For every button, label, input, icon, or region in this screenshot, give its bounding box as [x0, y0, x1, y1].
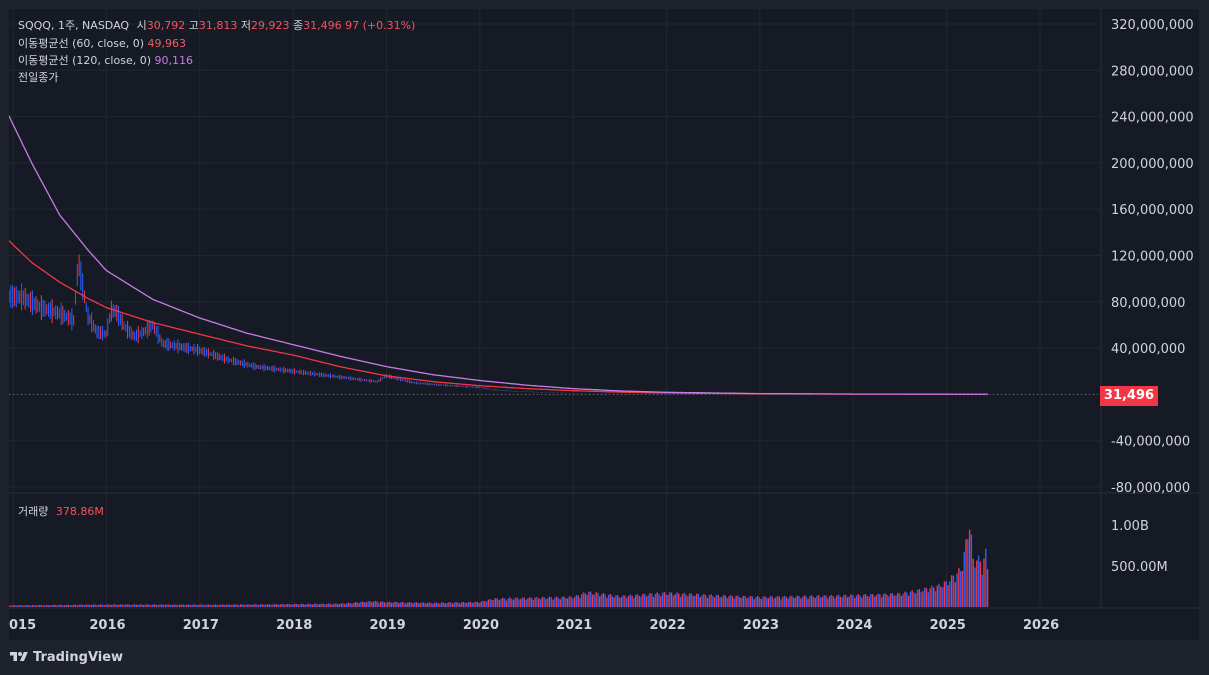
x-tick-label: 2017 — [183, 618, 219, 633]
y-tick-label: 40,000,000 — [1111, 342, 1185, 357]
prev-close-label: 전일종가 — [18, 71, 59, 84]
y-tick-label: 80,000,000 — [1111, 296, 1185, 311]
high-label: 고 — [188, 19, 199, 32]
close-label: 종 — [292, 19, 304, 32]
ma120-value: 90,116 — [154, 54, 194, 67]
y-tick-label: -80,000,000 — [1111, 481, 1190, 496]
symbol-legend: SQQQ, 1주, NASDAQ 시30,792 고31,813 저29,923… — [18, 18, 415, 34]
ma120-legend[interactable]: 이동평균선 (120, close, 0) 90,116 — [18, 53, 193, 69]
low-value: 29,923 — [250, 19, 290, 32]
volume-legend[interactable]: 거래량 378.86M — [18, 504, 104, 520]
y-tick-label: 120,000,000 — [1111, 250, 1194, 265]
grid — [9, 9, 1101, 607]
change-value: 97 (+0.31%) — [345, 19, 416, 32]
ma120-label: 이동평균선 (120, close, 0) — [18, 54, 151, 67]
x-tick-label: 2025 — [930, 618, 966, 633]
high-value: 31,813 — [198, 19, 238, 32]
last-price-label: 31,496 — [1100, 386, 1158, 406]
volume-value: 378.86M — [55, 505, 104, 518]
x-tick-label: 2022 — [650, 618, 686, 633]
open-value: 30,792 — [146, 19, 186, 32]
symbol-name: SQQQ, 1주, NASDAQ — [18, 19, 130, 32]
moving-averages — [9, 114, 988, 395]
ma60-line — [9, 239, 988, 395]
x-tick-label: 2023 — [743, 618, 779, 633]
y-tick-label: 160,000,000 — [1111, 203, 1194, 218]
ma60-label: 이동평균선 (60, close, 0) — [18, 37, 144, 50]
y-tick-label: -40,000,000 — [1111, 435, 1190, 450]
y-tick-label: 280,000,000 — [1111, 64, 1194, 79]
x-tick-label: 2026 — [1023, 618, 1059, 633]
price-bars — [9, 254, 989, 395]
close-value: 31,496 — [303, 19, 342, 32]
x-tick-label: 2016 — [89, 618, 125, 633]
y-tick-label: 200,000,000 — [1111, 157, 1194, 172]
volume-tick-label: 500.00M — [1111, 560, 1168, 575]
prev-close-legend[interactable]: 전일종가 — [18, 70, 58, 86]
low-label: 저 — [240, 19, 251, 32]
tradingview-logo[interactable]: TradingView — [9, 648, 123, 666]
x-tick-label: 2024 — [836, 618, 872, 633]
x-tick-label: 2019 — [369, 618, 405, 633]
open-label: 시 — [136, 19, 147, 32]
brand-name: TradingView — [33, 649, 124, 665]
ma60-legend[interactable]: 이동평균선 (60, close, 0) 49,963 — [18, 36, 186, 52]
x-tick-label: 2018 — [276, 618, 312, 633]
y-tick-label: 240,000,000 — [1111, 111, 1194, 126]
price-chart[interactable]: 320,000,000 280,000,000 240,000,000 200,000… — [9, 9, 1199, 640]
y-tick-label: 320,000,000 — [1111, 18, 1194, 33]
ma120-line — [9, 114, 988, 395]
x-tick-label: 2020 — [463, 618, 499, 633]
volume-bars — [9, 529, 989, 607]
x-tick-label: 015 — [9, 618, 36, 633]
ma60-value: 49,963 — [147, 37, 187, 50]
volume-tick-label: 1.00B — [1111, 519, 1149, 534]
x-tick-label: 2021 — [556, 618, 592, 633]
volume-label: 거래량 — [18, 505, 49, 518]
axes: 320,000,000 280,000,000 240,000,000 200,000… — [9, 9, 1199, 633]
tradingview-icon — [10, 652, 28, 661]
